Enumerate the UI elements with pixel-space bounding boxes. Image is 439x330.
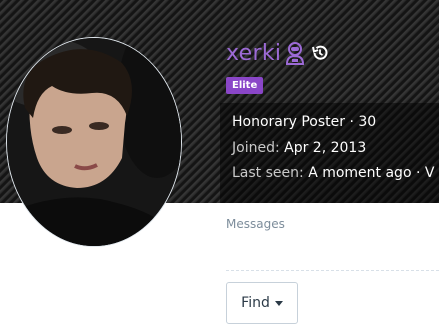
caret-down-icon: [274, 300, 283, 306]
joined-value: Apr 2, 2013: [284, 140, 367, 156]
messages-label[interactable]: Messages: [226, 217, 285, 231]
joined-label: Joined:: [232, 140, 280, 156]
user-astronaut-icon: [284, 41, 306, 65]
username-row: xerki: [226, 38, 329, 68]
last-seen-value: A moment ago · V: [308, 165, 435, 181]
find-button-label: Find: [241, 295, 270, 311]
last-seen-label: Last seen:: [232, 165, 304, 181]
avatar-photo: [7, 38, 181, 246]
username[interactable]: xerki: [226, 41, 281, 66]
avatar[interactable]: [6, 37, 182, 247]
user-badge: Elite: [226, 77, 264, 94]
joined-line: Joined: Apr 2, 2013: [232, 140, 366, 156]
find-button[interactable]: Find: [226, 282, 298, 324]
divider: [226, 270, 439, 271]
user-title-line: Honorary Poster · 30: [232, 114, 377, 130]
history-icon[interactable]: [311, 44, 329, 62]
last-seen-line: Last seen: A moment ago · V: [232, 165, 434, 181]
